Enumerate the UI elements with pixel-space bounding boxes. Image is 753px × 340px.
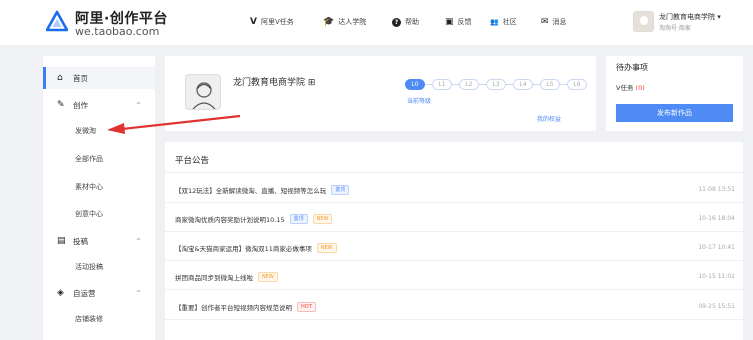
- new-badge: NEW: [312, 214, 333, 224]
- user-avatar[interactable]: [633, 11, 654, 32]
- announcement-text[interactable]: 拼团商品同步到微淘上线啦: [175, 272, 253, 282]
- v-task-label: V任务: [616, 84, 634, 92]
- nav-label: 消息: [552, 18, 567, 26]
- brand-logo-icon[interactable]: [46, 10, 68, 32]
- graduation-cap-icon: 🎓: [323, 17, 335, 27]
- mail-icon: ✉: [541, 17, 549, 27]
- current-level-label: 当前等级: [407, 98, 432, 105]
- announcement-title: 平台公告: [175, 156, 210, 166]
- level-badge: L0: [405, 79, 425, 90]
- nav-feedback[interactable]: ▣ 反馈: [445, 17, 472, 27]
- my-rights-link[interactable]: 我的权益: [537, 114, 561, 123]
- sidebar-item-post-weitao[interactable]: 发微淘: [75, 126, 96, 136]
- sidebar-item-label: 首页: [73, 73, 88, 83]
- sidebar-item-material-center[interactable]: 素材中心: [75, 182, 103, 192]
- user-avatar-icon: [192, 82, 216, 109]
- announcement-text[interactable]: 【重要】创作者平台短视频内容规范说明: [175, 302, 292, 312]
- profile-card: 龙门教育电商学院 ⊞ L0 L1 L2 L3 L4 L5 L6 当前等级 我的权…: [165, 56, 596, 131]
- pinned-badge: 置顶: [331, 185, 350, 195]
- announcement-time: 09-25 15:51: [698, 303, 735, 310]
- announcement-panel: 平台公告 【双12玩法】全新解读微淘、直播、短视频等怎么玩 置顶 11-08 1…: [165, 142, 743, 340]
- sidebar-item-all-works[interactable]: 全部作品: [75, 154, 103, 164]
- nav-community[interactable]: 👥 社区: [490, 17, 517, 27]
- sidebar-item-self-operate[interactable]: ◈ 自运营 ^: [43, 282, 155, 304]
- cube-icon: ◈: [57, 288, 64, 298]
- sidebar-item-label: 投稿: [73, 236, 88, 246]
- pinned-badge: 置顶: [289, 214, 308, 224]
- level-badge: L4: [513, 79, 533, 90]
- user-account-type: 淘淘号·商家: [659, 25, 691, 32]
- nav-messages[interactable]: ✉ 消息: [541, 17, 567, 27]
- sidebar-item-label: 自运营: [73, 288, 96, 298]
- announcement-time: 10-17 10:41: [698, 244, 735, 251]
- profile-name: 龙门教育电商学院 ⊞: [233, 78, 316, 88]
- help-icon: ?: [392, 17, 401, 27]
- profile-avatar[interactable]: [185, 74, 221, 110]
- announcement-row[interactable]: 【淘宝&天猫商家运用】微淘双11商家必做事项 NEW 10-17 10:41: [165, 233, 743, 261]
- nav-label: 社区: [502, 18, 517, 26]
- level-badge: L3: [486, 79, 506, 90]
- nav-label: 帮助: [405, 18, 419, 26]
- announcement-text[interactable]: 商家微淘优质内容奖励计划说明10.15: [175, 214, 285, 224]
- nav-v-task[interactable]: V 阿里V任务: [250, 17, 294, 27]
- sidebar-item-create[interactable]: ✎ 创作 ^: [43, 94, 155, 116]
- level-badge: L1: [432, 79, 452, 90]
- user-name-dropdown[interactable]: 龙门教育电商学院 ▾: [659, 12, 721, 22]
- announcement-time: 11-08 13:51: [698, 186, 735, 193]
- sidebar-item-submit[interactable]: ▤ 投稿 ^: [43, 230, 155, 252]
- sidebar: ⌂ 首页 ✎ 创作 ^ 发微淘 全部作品 素材中心 创意中心 ▤ 投稿 ^ 活动…: [43, 56, 155, 340]
- chevron-up-icon: ^: [135, 101, 141, 109]
- chevron-up-icon: ^: [135, 237, 141, 245]
- announcement-time: 10-15 11:02: [698, 273, 735, 280]
- top-header: 阿里·创作平台 we.taobao.com V 阿里V任务 🎓 达人学院 ? 帮…: [0, 0, 753, 45]
- sidebar-item-home[interactable]: ⌂ 首页: [43, 67, 155, 89]
- nav-label: 反馈: [457, 18, 472, 26]
- sidebar-item-activity-submit[interactable]: 活动投稿: [75, 262, 103, 272]
- level-badge: L2: [459, 79, 479, 90]
- todo-title: 待办事项: [616, 63, 648, 72]
- nav-label: 达人学院: [338, 18, 367, 26]
- new-badge: NEW: [316, 243, 337, 253]
- announcement-text[interactable]: 【双12玩法】全新解读微淘、直播、短视频等怎么玩: [175, 185, 326, 195]
- document-icon: ▤: [57, 236, 66, 246]
- nav-label: 阿里V任务: [260, 18, 294, 26]
- home-icon: ⌂: [57, 73, 63, 83]
- brand-domain[interactable]: we.taobao.com: [75, 25, 159, 38]
- level-badge: L6: [567, 79, 587, 90]
- sidebar-item-label: 创作: [73, 100, 88, 110]
- nav-academy[interactable]: 🎓 达人学院: [323, 17, 366, 27]
- announcement-row[interactable]: 商家微淘优质内容奖励计划说明10.15 置顶 NEW 10-16 18:04: [165, 204, 743, 232]
- announcement-text[interactable]: 【淘宝&天猫商家运用】微淘双11商家必做事项: [175, 243, 312, 253]
- v-icon: V: [250, 17, 257, 27]
- publish-new-work-button[interactable]: 发布新作品: [616, 104, 733, 122]
- announcement-row[interactable]: 拼团商品同步到微淘上线啦 NEW 10-15 11:02: [165, 262, 743, 290]
- feedback-icon: ▣: [445, 17, 454, 27]
- announcement-time: 10-16 18:04: [698, 215, 735, 222]
- v-task-number: (0): [635, 84, 645, 92]
- level-badge: L5: [540, 79, 560, 90]
- announcement-row[interactable]: 【重要】创作者平台短视频内容规范说明 HOT 09-25 15:51: [165, 292, 743, 320]
- sidebar-item-idea-center[interactable]: 创意中心: [75, 209, 103, 219]
- hot-badge: HOT: [297, 302, 316, 312]
- nav-help[interactable]: ? 帮助: [392, 17, 419, 27]
- pencil-icon: ✎: [57, 100, 65, 110]
- chevron-up-icon: ^: [135, 289, 141, 297]
- v-task-count[interactable]: V任务 (0): [616, 82, 645, 92]
- sidebar-item-shop-decoration[interactable]: 店铺装修: [75, 314, 103, 324]
- new-badge: NEW: [258, 272, 278, 282]
- community-icon: 👥: [490, 18, 499, 26]
- divider: [165, 172, 743, 173]
- todo-card: 待办事项 V任务 (0) 发布新作品: [606, 56, 743, 131]
- level-progress: L0 L1 L2 L3 L4 L5 L6: [405, 79, 587, 90]
- announcement-row[interactable]: 【双12玩法】全新解读微淘、直播、短视频等怎么玩 置顶 11-08 13:51: [165, 175, 743, 203]
